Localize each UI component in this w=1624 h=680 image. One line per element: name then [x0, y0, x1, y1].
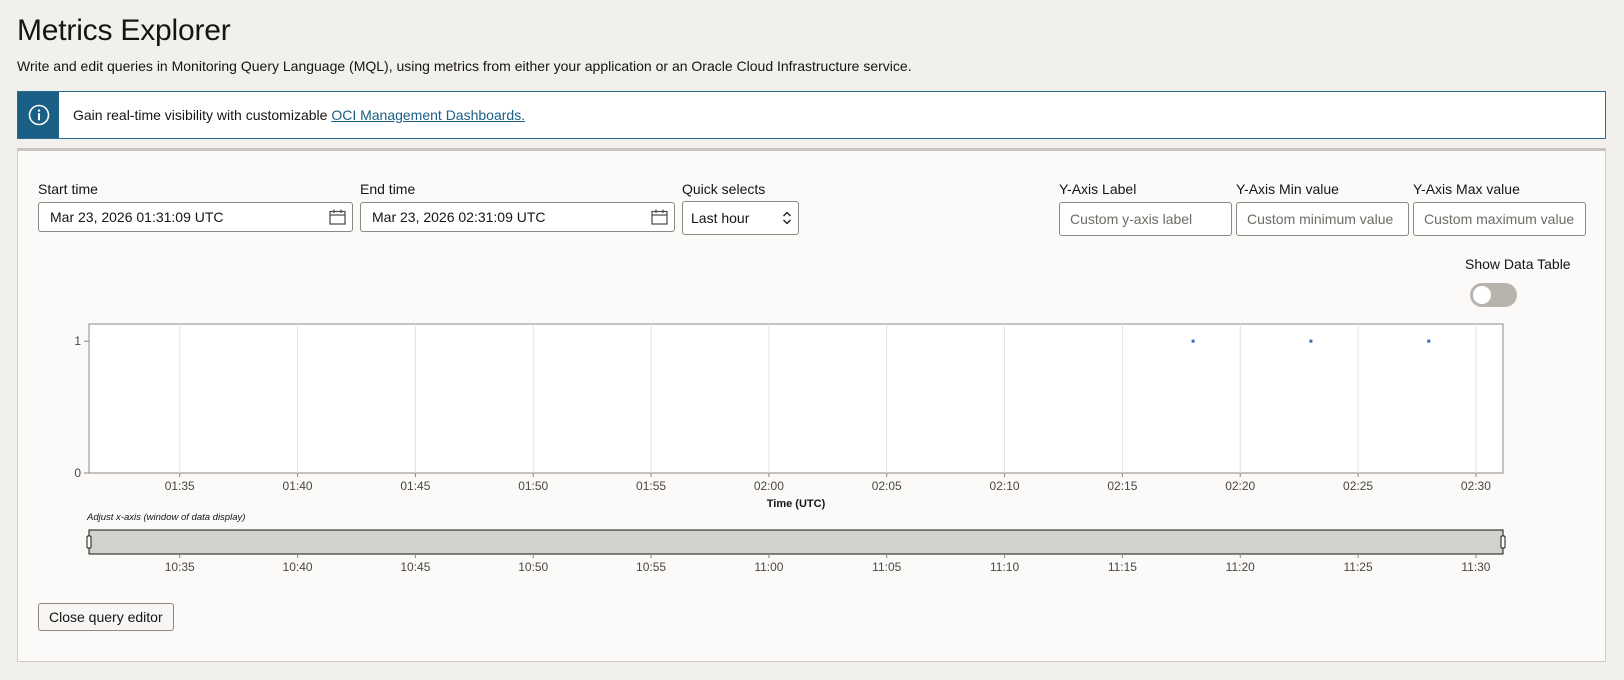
- close-query-editor-button[interactable]: Close query editor: [38, 603, 174, 631]
- banner-text: Gain real-time visibility with customiza…: [73, 107, 332, 123]
- x-tick-label: 02:00: [754, 479, 784, 493]
- range-tick-label: 11:15: [1108, 560, 1137, 574]
- x-tick-label: 02:30: [1461, 479, 1491, 493]
- range-tick-label: 11:20: [1226, 560, 1255, 574]
- x-tick-label: 01:35: [165, 479, 195, 493]
- x-tick-label: 01:50: [518, 479, 548, 493]
- x-tick-label: 01:55: [636, 479, 666, 493]
- y-tick-label: 1: [74, 334, 81, 348]
- x-tick-label: 01:45: [400, 479, 430, 493]
- metrics-chart: 01:35 01:40 01:45 01:50 01:55 02:00 02:05 02:10…: [74, 323, 1506, 574]
- y-tick-label: 0: [74, 466, 81, 480]
- range-tick-label: 10:45: [400, 560, 430, 574]
- x-tick-label: 02:05: [872, 479, 902, 493]
- x-tick-label: 01:40: [283, 479, 313, 493]
- range-tick-label: 11:05: [872, 560, 901, 574]
- query-editor-panel: Start time Mar 23, 2026 01:31:09 UTC End…: [17, 148, 1606, 662]
- info-icon: [28, 104, 49, 126]
- page-subtitle: Write and edit queries in Monitoring Que…: [17, 58, 912, 74]
- range-selector-label: Adjust x-axis (window of data display): [86, 512, 245, 523]
- oci-dashboards-link[interactable]: OCI Management Dashboards.: [331, 107, 525, 123]
- range-tick-label: 11:00: [754, 560, 783, 574]
- range-handle[interactable]: [1500, 535, 1506, 549]
- data-point: [1191, 339, 1195, 343]
- plot-area: [88, 323, 1504, 474]
- banner-message: Gain real-time visibility with customiza…: [73, 107, 525, 123]
- range-tick-label: 11:10: [990, 560, 1019, 574]
- x-tick-label: 02:10: [990, 479, 1020, 493]
- range-handle[interactable]: [86, 535, 92, 549]
- range-selector-window[interactable]: [88, 529, 1504, 555]
- x-tick-label: 02:20: [1225, 479, 1255, 493]
- range-tick-label: 10:55: [636, 560, 666, 574]
- x-tick-label: 02:25: [1343, 479, 1373, 493]
- data-point: [1427, 339, 1431, 343]
- range-tick-label: 10:35: [165, 560, 195, 574]
- range-tick-label: 10:50: [518, 560, 548, 574]
- range-tick-label: 11:30: [1461, 560, 1490, 574]
- page-title: Metrics Explorer: [17, 14, 231, 47]
- x-tick-label: 02:15: [1107, 479, 1137, 493]
- range-tick-label: 11:25: [1343, 560, 1372, 574]
- data-point: [1309, 339, 1313, 343]
- range-tick-label: 10:40: [283, 560, 313, 574]
- info-icon-box: [18, 92, 59, 138]
- info-banner: Gain real-time visibility with customiza…: [17, 91, 1606, 139]
- x-axis-title: Time (UTC): [767, 498, 826, 510]
